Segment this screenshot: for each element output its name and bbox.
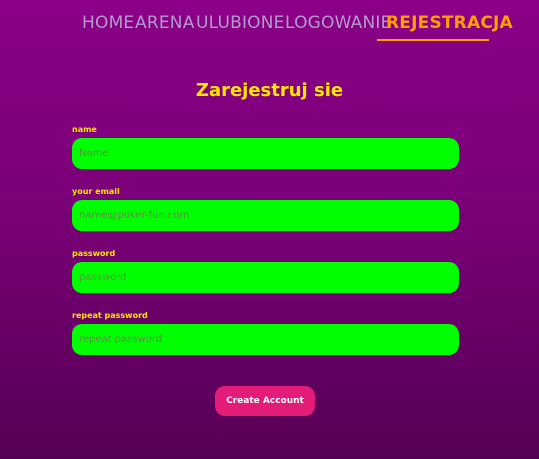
name-input[interactable]	[72, 138, 459, 169]
password-input[interactable]	[72, 262, 459, 293]
repeat-password-input[interactable]	[72, 324, 459, 355]
repeat-password-label: repeat password	[72, 311, 148, 320]
nav-arena-link[interactable]: ARENA	[135, 13, 195, 33]
password-field-group: password	[72, 248, 459, 310]
email-input[interactable]	[72, 200, 459, 231]
nav-logowanie-link[interactable]: LOGOWANIE	[285, 13, 392, 33]
page-title: Zarejestruj sie	[195, 80, 344, 101]
active-tab-underline	[377, 39, 489, 41]
nav-home-link[interactable]: HOME	[82, 13, 134, 33]
name-label: name	[72, 125, 97, 134]
nav-rejestracja-link[interactable]: REJESTRACJA	[386, 13, 513, 33]
email-label: your email	[72, 187, 120, 196]
registration-form: name your email password repeat password	[72, 124, 459, 372]
nav-ulubione-link[interactable]: ULUBIONE	[196, 13, 285, 33]
repeat-password-field-group: repeat password	[72, 310, 459, 372]
main-navigation: HOME ARENA ULUBIONE LOGOWANIE REJESTRACJ…	[0, 10, 539, 41]
password-label: password	[72, 249, 116, 258]
name-field-group: name	[72, 124, 459, 186]
create-account-button[interactable]: Create Account	[215, 386, 315, 416]
email-field-group: your email	[72, 186, 459, 248]
